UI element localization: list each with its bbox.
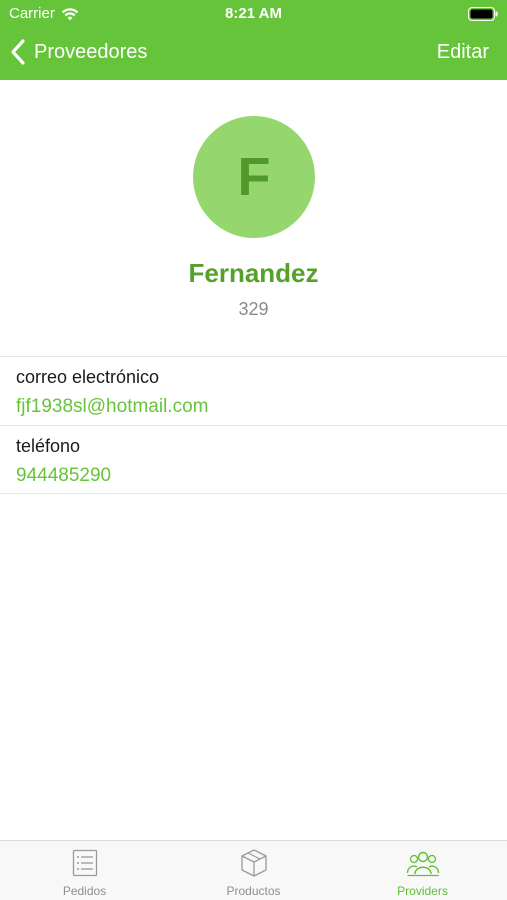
status-bar: Carrier 8:21 AM [0,0,507,28]
phone-value[interactable]: 944485290 [16,465,111,487]
email-row[interactable]: correo electrónico fjf1938sl@hotmail.com [0,356,507,425]
detail-list: correo electrónico fjf1938sl@hotmail.com… [0,356,507,494]
provider-name: Fernandez [188,258,319,288]
avatar-initial: F [237,147,271,207]
tab-providers[interactable]: Providers [338,841,507,900]
tab-label: Pedidos [62,884,107,898]
tab-pedidos[interactable]: Pedidos [0,841,169,900]
tab-label: Productos [226,884,281,898]
tab-label: Providers [397,884,448,898]
edit-button[interactable]: Editar [437,30,489,74]
status-time: 8:21 AM [225,5,282,22]
avatar: F [193,116,315,238]
provider-code: 329 [238,299,269,319]
chevron-left-icon [11,39,25,65]
people-icon [406,851,439,877]
list-icon [72,849,97,877]
header: Carrier 8:21 AM Proveedores Editar [0,0,507,80]
battery-icon [468,7,498,21]
tab-bar: Pedidos Productos Providers [0,840,507,900]
phone-row[interactable]: teléfono 944485290 [0,425,507,494]
tab-productos[interactable]: Productos [169,841,338,900]
email-label: correo electrónico [16,367,160,387]
phone-label: teléfono [16,436,81,456]
email-value[interactable]: fjf1938sl@hotmail.com [16,396,208,418]
navigation-bar: Proveedores Editar [0,30,507,74]
back-label: Proveedores [34,40,148,63]
back-button[interactable]: Proveedores [10,30,147,74]
profile-header: F Fernandez 329 [0,80,507,357]
box-icon [240,849,267,877]
